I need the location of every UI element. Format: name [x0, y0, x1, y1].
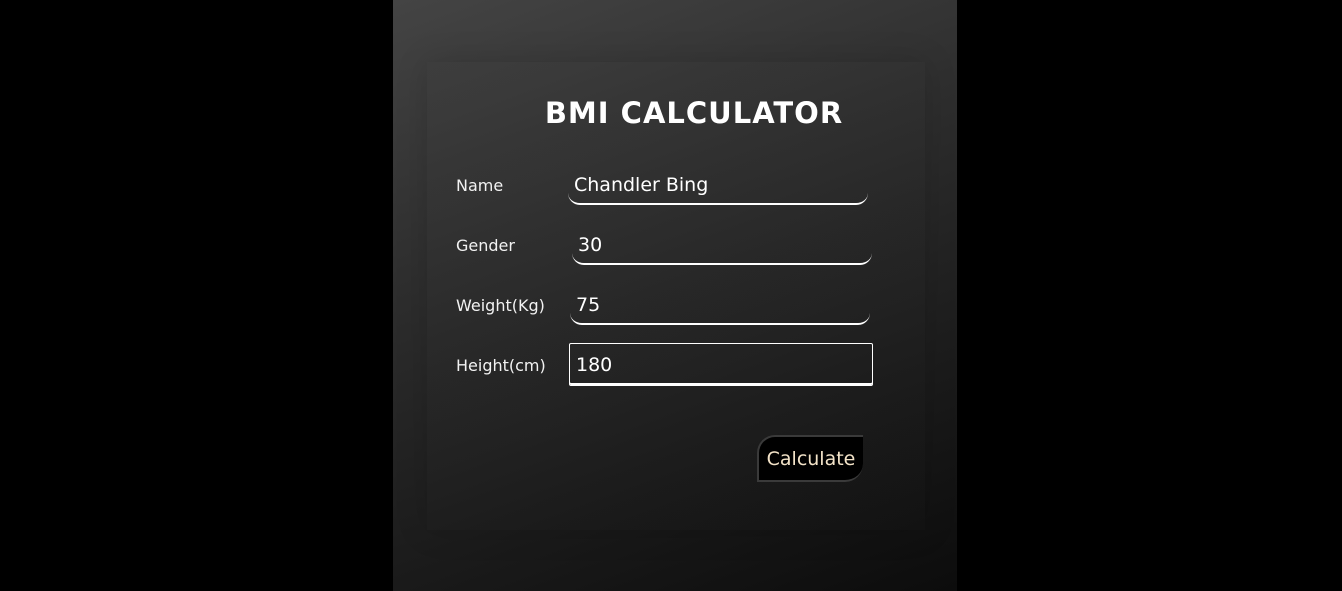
weight-label: Weight(Kg) [456, 296, 545, 315]
gender-input[interactable] [572, 227, 872, 265]
calculator-panel: BMI CALCULATOR Name Gender Weight(Kg) He… [393, 0, 957, 591]
page-title: BMI CALCULATOR [544, 96, 844, 130]
weight-input[interactable] [570, 287, 870, 325]
height-input[interactable] [569, 343, 873, 386]
name-input[interactable] [568, 167, 868, 205]
height-label: Height(cm) [456, 356, 546, 375]
calculate-button[interactable]: Calculate [757, 435, 863, 482]
name-label: Name [456, 176, 504, 195]
gender-label: Gender [456, 236, 515, 255]
